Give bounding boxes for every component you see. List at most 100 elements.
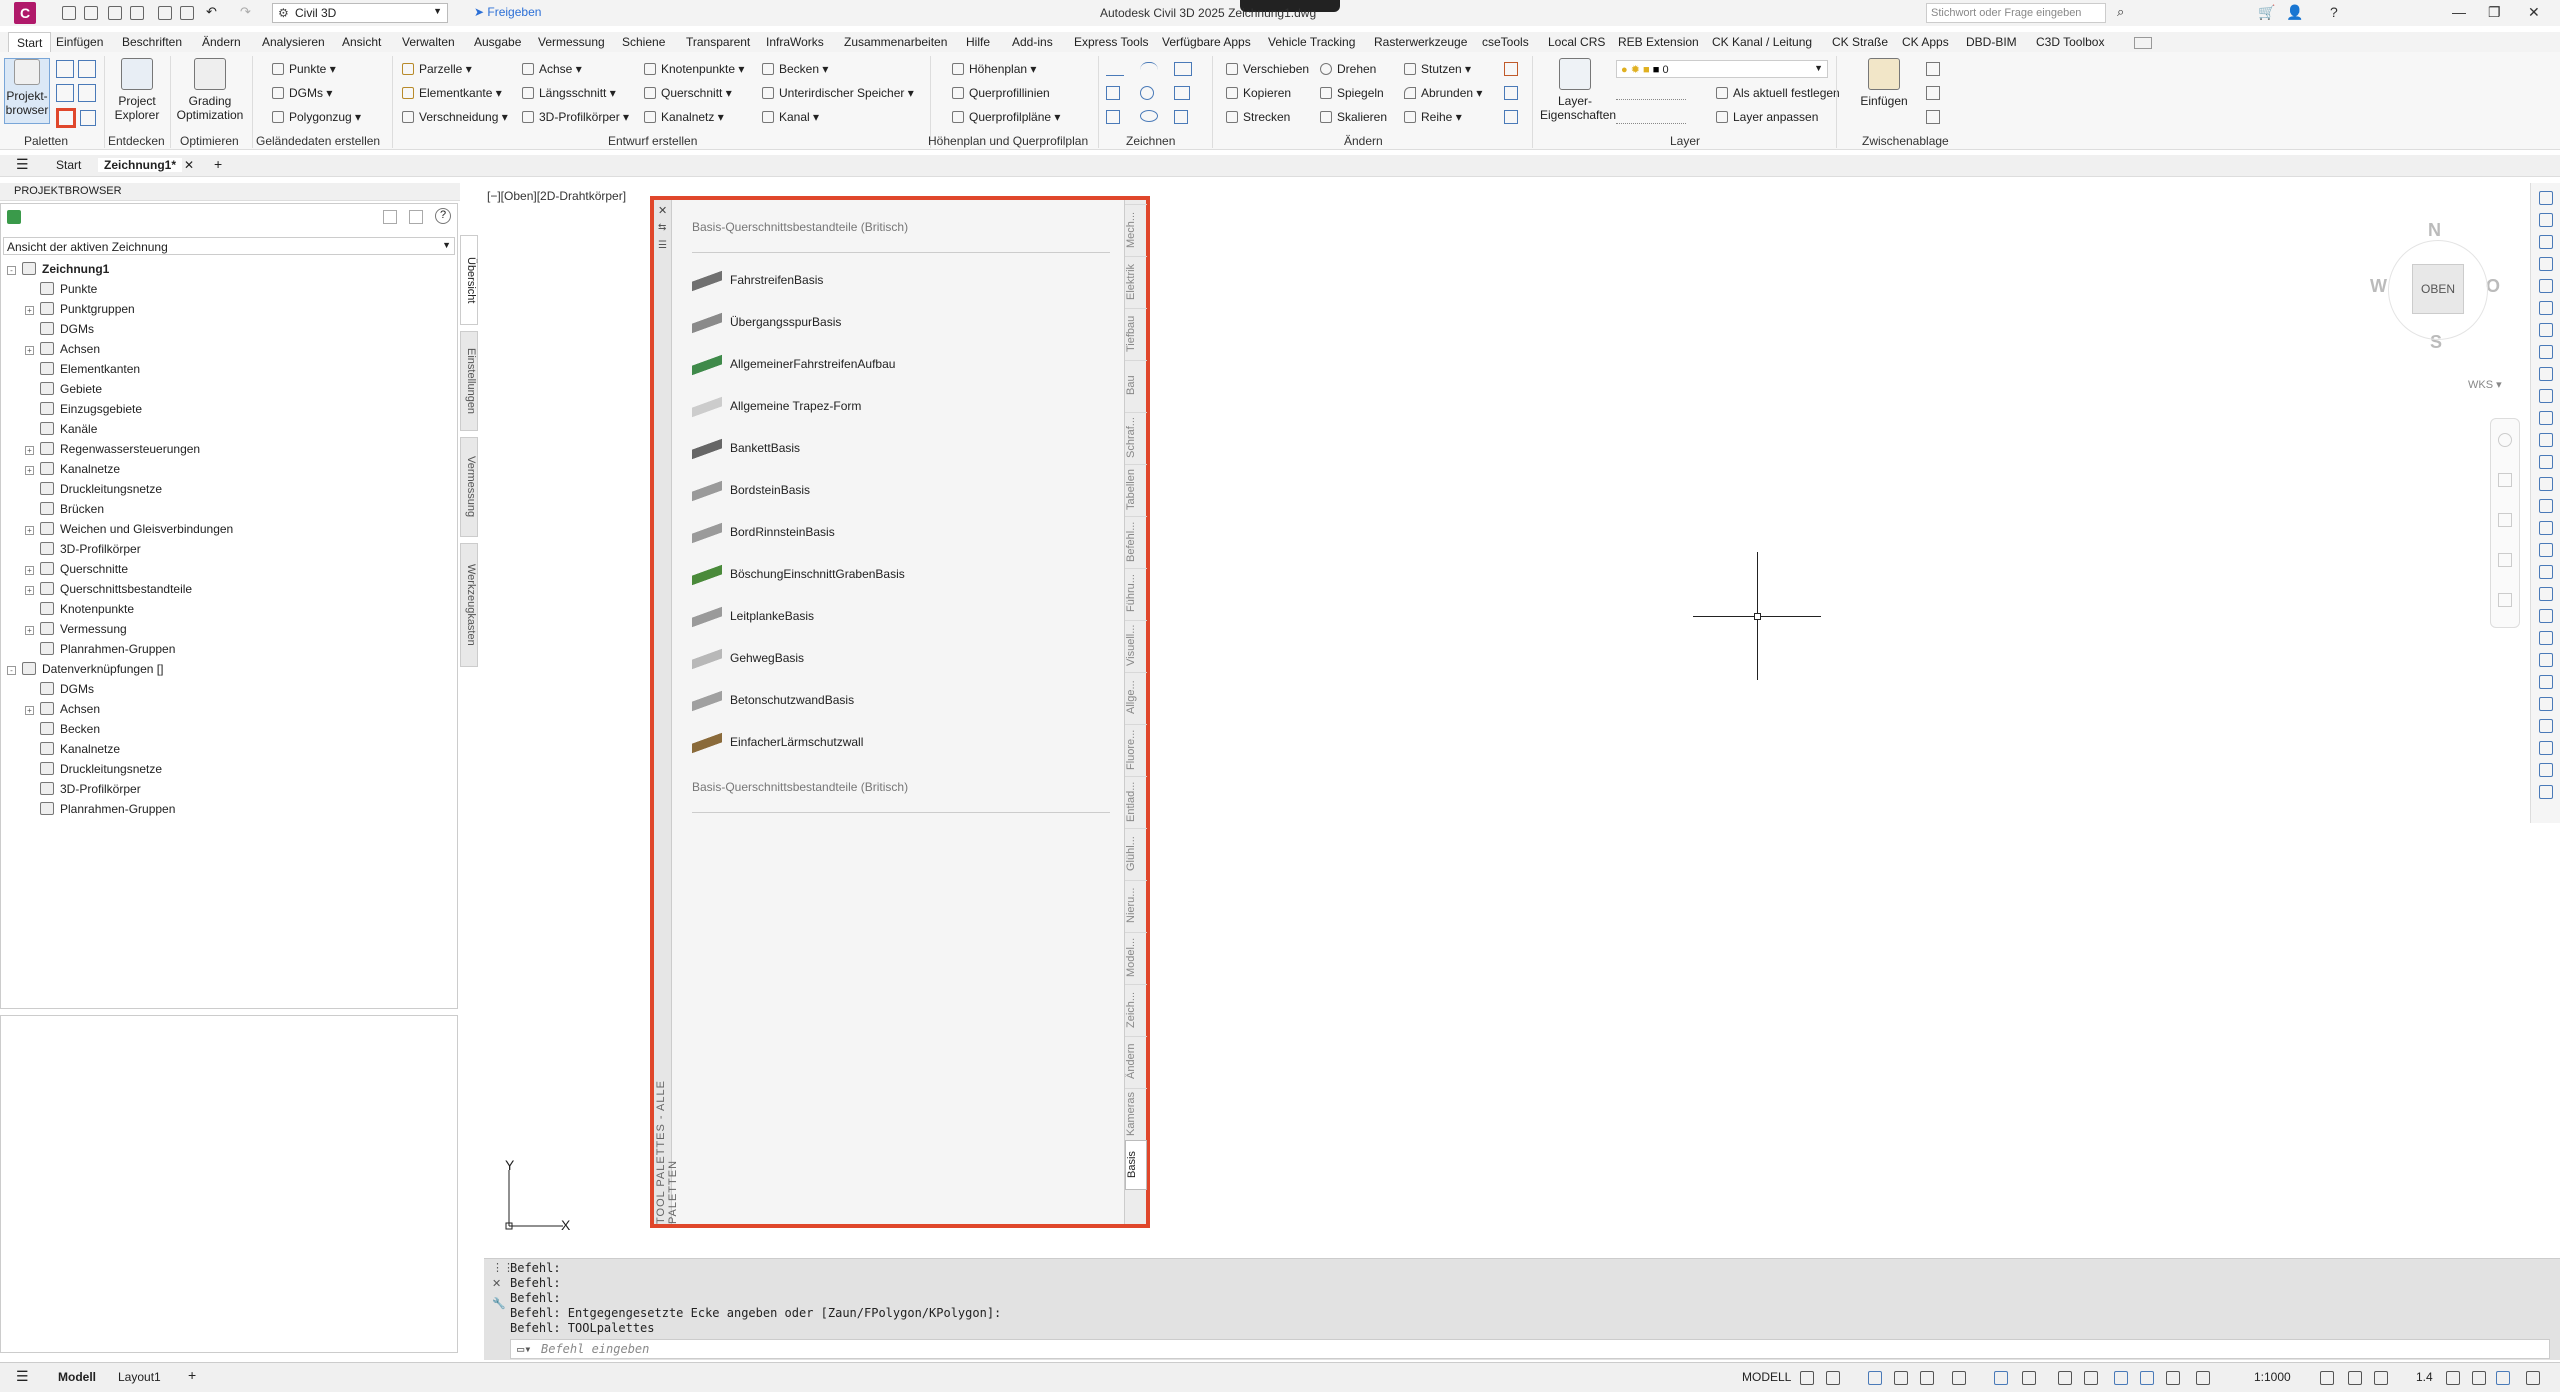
tree-node[interactable]: + Querschnitte	[25, 560, 128, 578]
palette-tab[interactable]: Allge...	[1125, 672, 1147, 722]
tab-infraworks[interactable]: InfraWorks	[766, 35, 824, 49]
viewcube-east[interactable]: O	[2486, 276, 2500, 297]
palette-tool-item[interactable]: LeitplankeBasis	[692, 602, 814, 632]
side-tool-icon[interactable]	[2539, 257, 2553, 271]
tab-vermessung[interactable]: Vermessung	[538, 35, 605, 49]
side-tool-icon[interactable]	[2539, 433, 2553, 447]
autohide-icon[interactable]: ⇆	[658, 222, 666, 233]
achse-button[interactable]: Achse ▾	[522, 62, 582, 76]
tree-node[interactable]: Druckleitungsnetze	[25, 480, 162, 498]
laengsschnitt-button[interactable]: Längsschnitt ▾	[522, 86, 616, 100]
rectangle-icon[interactable]	[1174, 86, 1190, 100]
side-tool-icon[interactable]	[2539, 477, 2553, 491]
side-tab-werkzeugkasten[interactable]: Werkzeugkasten	[460, 543, 478, 667]
tab-rasterwerkzeuge[interactable]: Rasterwerkzeuge	[1374, 35, 1467, 49]
tab-ck-strasse[interactable]: CK Straße	[1832, 35, 1888, 49]
palette-tab[interactable]: Befehl...	[1125, 516, 1147, 566]
doc-tab-active[interactable]: Zeichnung1*	[98, 158, 183, 172]
hoehenplan-button[interactable]: Höhenplan ▾	[952, 62, 1036, 76]
palette-tool-item[interactable]: BordsteinBasis	[692, 476, 810, 506]
dgms-button[interactable]: DGMs ▾	[272, 86, 332, 100]
viewcube-north[interactable]: N	[2428, 220, 2441, 241]
restore-icon[interactable]: ❐	[2488, 4, 2501, 21]
browser-settings-icon[interactable]	[409, 210, 423, 224]
viewcube[interactable]: N W OBEN O S	[2370, 220, 2510, 400]
annotation-visibility-icon[interactable]	[2140, 1371, 2154, 1385]
tree-node[interactable]: Druckleitungsnetze	[25, 760, 162, 778]
app-logo[interactable]: C	[14, 2, 36, 24]
palette-tool-item[interactable]: ÜbergangsspurBasis	[692, 308, 841, 338]
erase-icon[interactable]	[1504, 62, 1518, 76]
palette-tab[interactable]: Fluore...	[1125, 724, 1147, 774]
menu-icon[interactable]: ☰	[16, 1368, 29, 1385]
web-save-icon[interactable]	[158, 6, 172, 20]
palette-tool-item[interactable]: GehwegBasis	[692, 644, 804, 674]
help-icon[interactable]: ?	[2330, 4, 2338, 20]
palette-tab[interactable]: Entlad...	[1125, 776, 1147, 826]
tree-node[interactable]: + Querschnittsbestandteile	[25, 580, 192, 598]
parzelle-button[interactable]: Parzelle ▾	[402, 62, 472, 76]
side-tool-icon[interactable]	[2539, 301, 2553, 315]
customization-icon[interactable]	[2526, 1371, 2540, 1385]
tab-analysieren[interactable]: Analysieren	[262, 35, 325, 49]
tree-node[interactable]: Becken	[25, 720, 100, 738]
side-tool-icon[interactable]	[2539, 653, 2553, 667]
properties-icon[interactable]: ☰	[658, 240, 667, 251]
layout-tab-modell[interactable]: Modell	[58, 1370, 96, 1384]
hardware-acceleration-icon[interactable]	[2472, 1371, 2486, 1385]
tree-node[interactable]: + Kanalnetze	[25, 460, 120, 478]
side-tool-icon[interactable]	[2539, 741, 2553, 755]
querschnitt-button[interactable]: Querschnitt ▾	[644, 86, 732, 100]
collapse-icon[interactable]: -	[7, 266, 16, 275]
dynamic-ucs-icon[interactable]	[2114, 1371, 2128, 1385]
tree-node[interactable]: + Achsen	[25, 700, 100, 718]
expand-icon[interactable]: +	[25, 526, 34, 535]
point-icon[interactable]	[1106, 86, 1120, 100]
wcs-menu[interactable]: WKS ▾	[2468, 378, 2502, 391]
units-icon[interactable]	[2374, 1371, 2388, 1385]
zoom-icon[interactable]	[2498, 513, 2512, 527]
explode-icon[interactable]	[1504, 86, 1518, 100]
palette-tab[interactable]: Model...	[1125, 932, 1147, 982]
menu-icon[interactable]: ☰	[16, 156, 29, 173]
customize-icon[interactable]: 🔧	[492, 1297, 506, 1310]
new-file-icon[interactable]	[62, 6, 76, 20]
side-tool-icon[interactable]	[2539, 367, 2553, 381]
tab-start[interactable]: Start	[8, 32, 52, 53]
selection-cycling-icon[interactable]	[2084, 1371, 2098, 1385]
side-tool-icon[interactable]	[2539, 631, 2553, 645]
polygonzug-button[interactable]: Polygonzug ▾	[272, 110, 361, 124]
side-tab-vermessung[interactable]: Vermessung	[460, 437, 478, 537]
tab-beschriften[interactable]: Beschriften	[122, 35, 182, 49]
tab-ausgabe[interactable]: Ausgabe	[474, 35, 521, 49]
save-as-icon[interactable]	[130, 6, 144, 20]
tree-node[interactable]: Einzugsgebiete	[25, 400, 142, 418]
tree-node[interactable]: Kanäle	[25, 420, 97, 438]
spline-icon[interactable]	[1106, 110, 1120, 124]
palette-tool-item[interactable]: BordRinnsteinBasis	[692, 518, 835, 548]
querprofilplaene-button[interactable]: Querprofilpläne ▾	[952, 110, 1060, 124]
arc-icon[interactable]	[1140, 62, 1158, 76]
tab-overflow-icon[interactable]	[2134, 37, 2152, 49]
tool-palette-window[interactable]: ✕ ⇆ ☰ TOOL PALETTES - ALLE PALETTEN Basi…	[650, 196, 1150, 1228]
search-icon[interactable]: ⌕	[2117, 4, 2124, 20]
side-tool-icon[interactable]	[2539, 235, 2553, 249]
palette-tool-item[interactable]: AllgemeinerFahrstreifenAufbau	[692, 350, 895, 380]
paste-button[interactable]: Einfügen	[1856, 58, 1912, 108]
palette-tool-item[interactable]: BetonschutzwandBasis	[692, 686, 854, 716]
tab-express-tools[interactable]: Express Tools	[1074, 35, 1148, 49]
side-tool-icon[interactable]	[2539, 763, 2553, 777]
annotation-scale-value[interactable]: 1:1000	[2254, 1370, 2291, 1384]
palette-tool-item[interactable]: EinfacherLärmschutzwall	[692, 728, 863, 758]
collapse-icon[interactable]: -	[7, 666, 16, 675]
tab-reb-extension[interactable]: REB Extension	[1618, 35, 1699, 49]
strecken-button[interactable]: Strecken	[1226, 110, 1290, 124]
tab-hilfe[interactable]: Hilfe	[966, 35, 990, 49]
circle-icon[interactable]	[1140, 86, 1154, 100]
layer-tools-row2[interactable]	[1616, 110, 1686, 124]
projektbrowser-button[interactable]: Projekt- browser	[4, 58, 50, 124]
side-tool-icon[interactable]	[2539, 345, 2553, 359]
side-tool-icon[interactable]	[2539, 785, 2553, 799]
pan-icon[interactable]	[2498, 473, 2512, 487]
kanal-button[interactable]: Kanal ▾	[762, 110, 819, 124]
